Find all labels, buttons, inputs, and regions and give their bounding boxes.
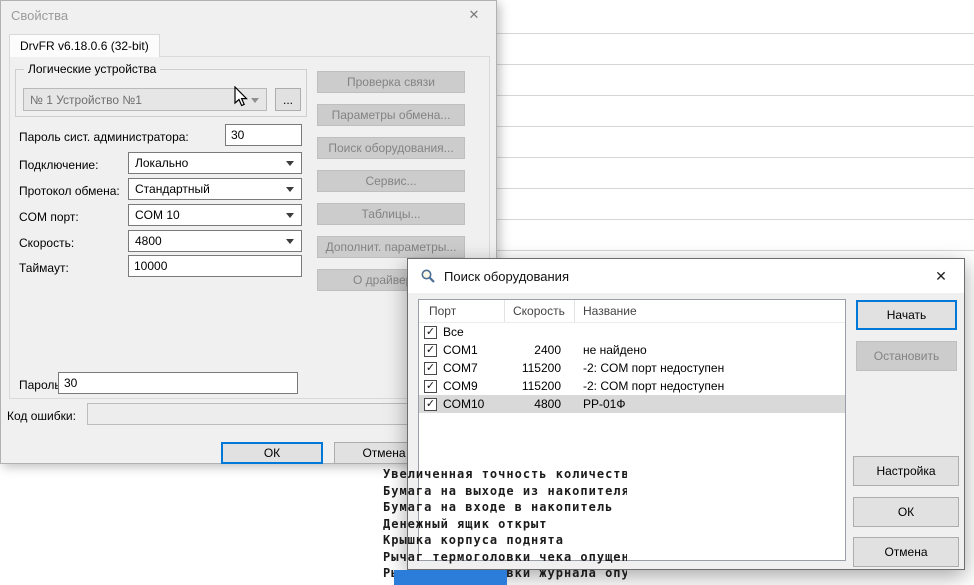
- name-cell: -2: COM порт недоступен: [575, 379, 845, 393]
- group-title: Логические устройства: [24, 62, 160, 76]
- speed-cell: 4800: [505, 397, 575, 411]
- device-row-Все[interactable]: ✓ Все: [419, 323, 845, 341]
- device-row-COM7[interactable]: ✓ COM7 115200-2: COM порт недоступен: [419, 359, 845, 377]
- background-row-divider: [497, 95, 974, 96]
- device-row-COM10[interactable]: ✓ COM10 4800РР-01Ф: [419, 395, 845, 413]
- baud-value: 4800: [135, 234, 162, 248]
- com-port-label: COM порт:: [19, 210, 79, 224]
- stop-button[interactable]: Остановить: [856, 341, 957, 371]
- column-header-name[interactable]: Название: [575, 300, 845, 322]
- window-title: Поиск оборудования: [444, 269, 569, 284]
- ok-button[interactable]: ОК: [221, 442, 323, 464]
- speed-cell: 115200: [505, 379, 575, 393]
- connection-value: Локально: [135, 156, 188, 170]
- name-cell: РР-01Ф: [575, 397, 845, 411]
- device-row-COM1[interactable]: ✓ COM1 2400не найдено: [419, 341, 845, 359]
- device-combobox[interactable]: № 1 Устройство №1: [23, 88, 267, 111]
- background-row-divider: [497, 219, 974, 220]
- title-bar: Поиск оборудования ✕: [408, 259, 964, 293]
- listview-rows: ✓ Все ✓ COM1 2400не найдено ✓ COM7 115200-2: CO…: [419, 323, 845, 413]
- com-port-combobox[interactable]: COM 10: [128, 204, 302, 226]
- background-selected-row: [394, 570, 507, 585]
- port-label: Все: [443, 325, 464, 339]
- connection-label: Подключение:: [19, 158, 98, 172]
- checkbox-icon[interactable]: ✓: [424, 362, 437, 375]
- speed-cell: 2400: [505, 343, 575, 357]
- mouse-cursor-icon: [232, 86, 252, 111]
- com-port-value: COM 10: [135, 208, 180, 222]
- port-label: COM1: [443, 343, 478, 357]
- checkbox-icon[interactable]: ✓: [424, 344, 437, 357]
- protocol-combobox[interactable]: Стандартный: [128, 178, 302, 200]
- device-browse-button[interactable]: ...: [275, 88, 301, 111]
- device-row-COM9[interactable]: ✓ COM9 115200-2: COM порт недоступен: [419, 377, 845, 395]
- action-button-3[interactable]: Сервис...: [317, 170, 465, 192]
- title-bar: Свойства ✕: [1, 1, 496, 29]
- background-row-divider: [497, 250, 974, 251]
- start-button[interactable]: Начать: [856, 300, 957, 330]
- close-icon[interactable]: ✕: [918, 259, 964, 293]
- cancel-button[interactable]: Отмена: [853, 537, 959, 567]
- settings-button[interactable]: Настройка: [853, 456, 959, 486]
- action-button-5[interactable]: Дополнит. параметры...: [317, 236, 465, 258]
- window-title: Свойства: [11, 8, 68, 23]
- admin-password-input[interactable]: [225, 124, 302, 146]
- checkbox-icon[interactable]: ✓: [424, 380, 437, 393]
- background-row-divider: [497, 157, 974, 158]
- close-icon[interactable]: ✕: [452, 1, 496, 29]
- device-combobox-value: № 1 Устройство №1: [30, 93, 142, 107]
- action-button-2[interactable]: Поиск оборудования...: [317, 137, 465, 159]
- port-label: COM7: [443, 361, 478, 375]
- ok-button[interactable]: ОК: [853, 497, 959, 527]
- password-input[interactable]: [58, 372, 298, 394]
- background-row-divider: [497, 188, 974, 189]
- port-label: COM9: [443, 379, 478, 393]
- column-header-port[interactable]: Порт: [419, 300, 505, 322]
- screen: { "background_window": { "status_lines":…: [0, 0, 974, 585]
- action-button-4[interactable]: Таблицы...: [317, 203, 465, 225]
- background-row-divider: [497, 126, 974, 127]
- checkbox-icon[interactable]: ✓: [424, 326, 437, 339]
- action-button-0[interactable]: Проверка связи: [317, 71, 465, 93]
- checkbox-icon[interactable]: ✓: [424, 398, 437, 411]
- background-row-divider: [497, 64, 974, 65]
- baud-combobox[interactable]: 4800: [128, 230, 302, 252]
- speed-cell: 115200: [505, 361, 575, 375]
- background-row-divider: [497, 33, 974, 34]
- printer-status-text: Увеличенная точность количества Бумага н…: [383, 466, 627, 582]
- port-label: COM10: [443, 397, 484, 411]
- protocol-value: Стандартный: [135, 182, 210, 196]
- admin-password-label: Пароль сист. администратора:: [19, 130, 189, 144]
- column-header-speed[interactable]: Скорость: [505, 300, 575, 322]
- timeout-label: Таймаут:: [19, 261, 69, 275]
- baud-label: Скорость:: [19, 236, 74, 250]
- connection-combobox[interactable]: Локально: [128, 152, 302, 174]
- protocol-label: Протокол обмена:: [19, 184, 120, 198]
- tab-drvfr[interactable]: DrvFR v6.18.0.6 (32-bit): [9, 34, 160, 57]
- listview-header: Порт Скорость Название: [419, 300, 845, 323]
- action-button-1[interactable]: Параметры обмена...: [317, 104, 465, 126]
- name-cell: не найдено: [575, 343, 845, 357]
- error-code-label: Код ошибки:: [7, 409, 76, 423]
- search-icon: [420, 268, 436, 287]
- timeout-input[interactable]: [128, 255, 302, 277]
- name-cell: -2: COM порт недоступен: [575, 361, 845, 375]
